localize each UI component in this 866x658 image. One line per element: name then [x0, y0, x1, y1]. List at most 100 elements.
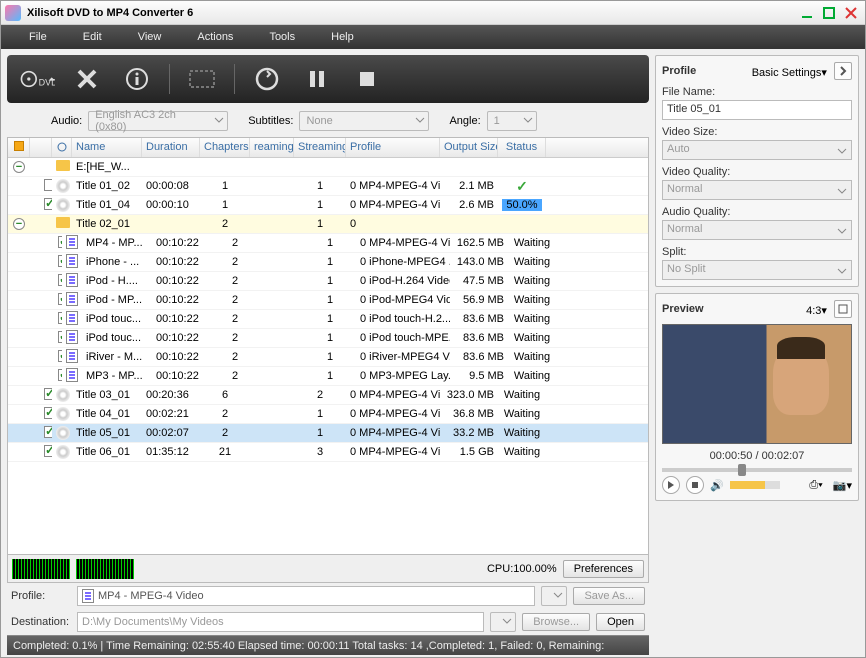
row-checkbox[interactable]	[58, 236, 62, 248]
videoquality-field[interactable]: Normal	[662, 180, 852, 200]
menu-tools[interactable]: Tools	[251, 31, 313, 43]
audioquality-field[interactable]: Normal	[662, 220, 852, 240]
cpu-meter-2	[76, 559, 134, 579]
clip-button[interactable]	[184, 61, 220, 97]
volume-slider[interactable]	[730, 481, 780, 489]
open-button[interactable]: Open	[596, 613, 645, 631]
row-checkbox[interactable]	[58, 350, 62, 362]
stop-preview-button[interactable]	[686, 476, 704, 494]
status-text: Waiting	[504, 427, 540, 439]
convert-button[interactable]	[249, 61, 285, 97]
snapshot-icon[interactable]: 📷▾	[833, 479, 852, 492]
minimize-button[interactable]	[797, 5, 817, 21]
status-text: Waiting	[514, 275, 550, 287]
cell-name: Title 02_01	[72, 218, 142, 230]
col-check[interactable]	[30, 138, 52, 157]
status-text: Completed: 0.1% | Time Remaining: 02:55:…	[13, 640, 604, 652]
videosize-field[interactable]: Auto	[662, 140, 852, 160]
col-status[interactable]: Status	[498, 138, 546, 157]
row-checkbox[interactable]	[44, 445, 52, 457]
table-row[interactable]: MP3 - MP...00:10:22210 MP3-MPEG Lay...9.…	[8, 367, 648, 386]
table-row[interactable]: Title 04_0100:02:21210 MP4-MPEG-4 Vi...3…	[8, 405, 648, 424]
destination-dropdown[interactable]	[490, 612, 516, 632]
table-row[interactable]: iPhone - ...00:10:22210 iPhone-MPEG4 ...…	[8, 253, 648, 272]
cell-streaming: 1	[304, 275, 356, 287]
dvd-source-button[interactable]: DVD	[19, 61, 55, 97]
disc-icon	[56, 388, 70, 402]
info-button[interactable]	[119, 61, 155, 97]
table-row[interactable]: Title 05_0100:02:07210 MP4-MPEG-4 Vi...3…	[8, 424, 648, 443]
menu-file[interactable]: File	[11, 31, 65, 43]
col-profile[interactable]: Profile	[346, 138, 440, 157]
preview-video[interactable]	[662, 324, 852, 444]
row-checkbox[interactable]	[58, 369, 62, 381]
table-row[interactable]: Title 06_0101:35:122130 MP4-MPEG-4 Vi...…	[8, 443, 648, 462]
volume-icon[interactable]: 🔊	[710, 479, 724, 492]
cell-streaming: 1	[304, 370, 356, 382]
preview-popout-button[interactable]	[834, 300, 852, 318]
col-chapters[interactable]: Chapters	[200, 138, 250, 157]
split-field[interactable]: No Split	[662, 260, 852, 280]
cell-duration: 00:10:22	[152, 351, 210, 363]
table-row[interactable]: iRiver - M...00:10:22210 iRiver-MPEG4 V.…	[8, 348, 648, 367]
filename-field[interactable]: Title 05_01	[662, 100, 852, 120]
col-duration[interactable]: Duration	[142, 138, 200, 157]
row-checkbox[interactable]	[44, 179, 52, 191]
col-expand[interactable]	[8, 138, 30, 157]
row-checkbox[interactable]	[58, 331, 62, 343]
cell-name: iRiver - M...	[82, 351, 152, 363]
browse-button[interactable]: Browse...	[522, 613, 590, 631]
profile-next-button[interactable]	[834, 62, 852, 80]
table-row[interactable]: iPod touc...00:10:22210 iPod touch-MPE..…	[8, 329, 648, 348]
preview-ratio[interactable]: 4:3	[806, 305, 821, 317]
status-text: Waiting	[504, 389, 540, 401]
subtitles-dropdown[interactable]: None	[299, 111, 429, 131]
row-checkbox[interactable]	[58, 312, 62, 324]
cell-duration: 00:00:08	[142, 180, 200, 192]
profile-dropdown[interactable]	[541, 586, 567, 606]
col-streaming[interactable]: Streaming	[294, 138, 346, 157]
col-name[interactable]: Name	[72, 138, 142, 157]
angle-dropdown[interactable]: 1	[487, 111, 537, 131]
col-outputsize[interactable]: Output Size	[440, 138, 498, 157]
row-checkbox[interactable]	[44, 198, 52, 210]
audio-dropdown[interactable]: English AC3 2ch (0x80)	[88, 111, 228, 131]
menu-view[interactable]: View	[120, 31, 180, 43]
table-row[interactable]: Title 01_0400:00:10110 MP4-MPEG-4 Vi...2…	[8, 196, 648, 215]
table-row[interactable]: iPod - MP...00:10:22210 iPod-MPEG4 Vid..…	[8, 291, 648, 310]
delete-button[interactable]	[69, 61, 105, 97]
profile-mode[interactable]: Basic Settings	[752, 67, 822, 79]
row-checkbox[interactable]	[44, 426, 52, 438]
document-icon	[66, 311, 78, 325]
table-row[interactable]: MP4 - MP...00:10:22210 MP4-MPEG-4 Vi...1…	[8, 234, 648, 253]
row-checkbox[interactable]	[58, 255, 62, 267]
table-row[interactable]: −⬚E:[HE_W...	[8, 158, 648, 177]
row-checkbox[interactable]	[58, 293, 62, 305]
table-row[interactable]: −Title 02_01210	[8, 215, 648, 234]
menu-help[interactable]: Help	[313, 31, 372, 43]
col-reaming[interactable]: reaming	[250, 138, 294, 157]
save-as-button[interactable]: Save As...	[573, 587, 645, 605]
stop-button[interactable]	[349, 61, 385, 97]
preferences-button[interactable]: Preferences	[563, 560, 644, 578]
table-row[interactable]: Title 03_0100:20:36620 MP4-MPEG-4 Vi...3…	[8, 386, 648, 405]
table-row[interactable]: Title 01_0200:00:08110 MP4-MPEG-4 Vi...2…	[8, 177, 648, 196]
preview-slider[interactable]	[662, 468, 852, 472]
row-checkbox[interactable]	[44, 388, 52, 400]
preview-title: Preview	[662, 303, 704, 315]
table-row[interactable]: iPod - H....00:10:22210 iPod-H.264 Video…	[8, 272, 648, 291]
close-button[interactable]	[841, 5, 861, 21]
row-checkbox[interactable]	[58, 274, 62, 286]
expand-icon[interactable]: −	[13, 161, 25, 173]
menu-actions[interactable]: Actions	[179, 31, 251, 43]
expand-icon[interactable]: −	[13, 218, 25, 230]
maximize-button[interactable]	[819, 5, 839, 21]
pause-button[interactable]	[299, 61, 335, 97]
snapshot-settings-icon[interactable]: ⎙▾	[809, 479, 822, 492]
row-checkbox[interactable]	[44, 407, 52, 419]
col-icon[interactable]	[52, 138, 72, 157]
play-button[interactable]	[662, 476, 680, 494]
menu-edit[interactable]: Edit	[65, 31, 120, 43]
table-row[interactable]: iPod touc...00:10:22210 iPod touch-H.2..…	[8, 310, 648, 329]
destination-input[interactable]	[77, 612, 484, 632]
